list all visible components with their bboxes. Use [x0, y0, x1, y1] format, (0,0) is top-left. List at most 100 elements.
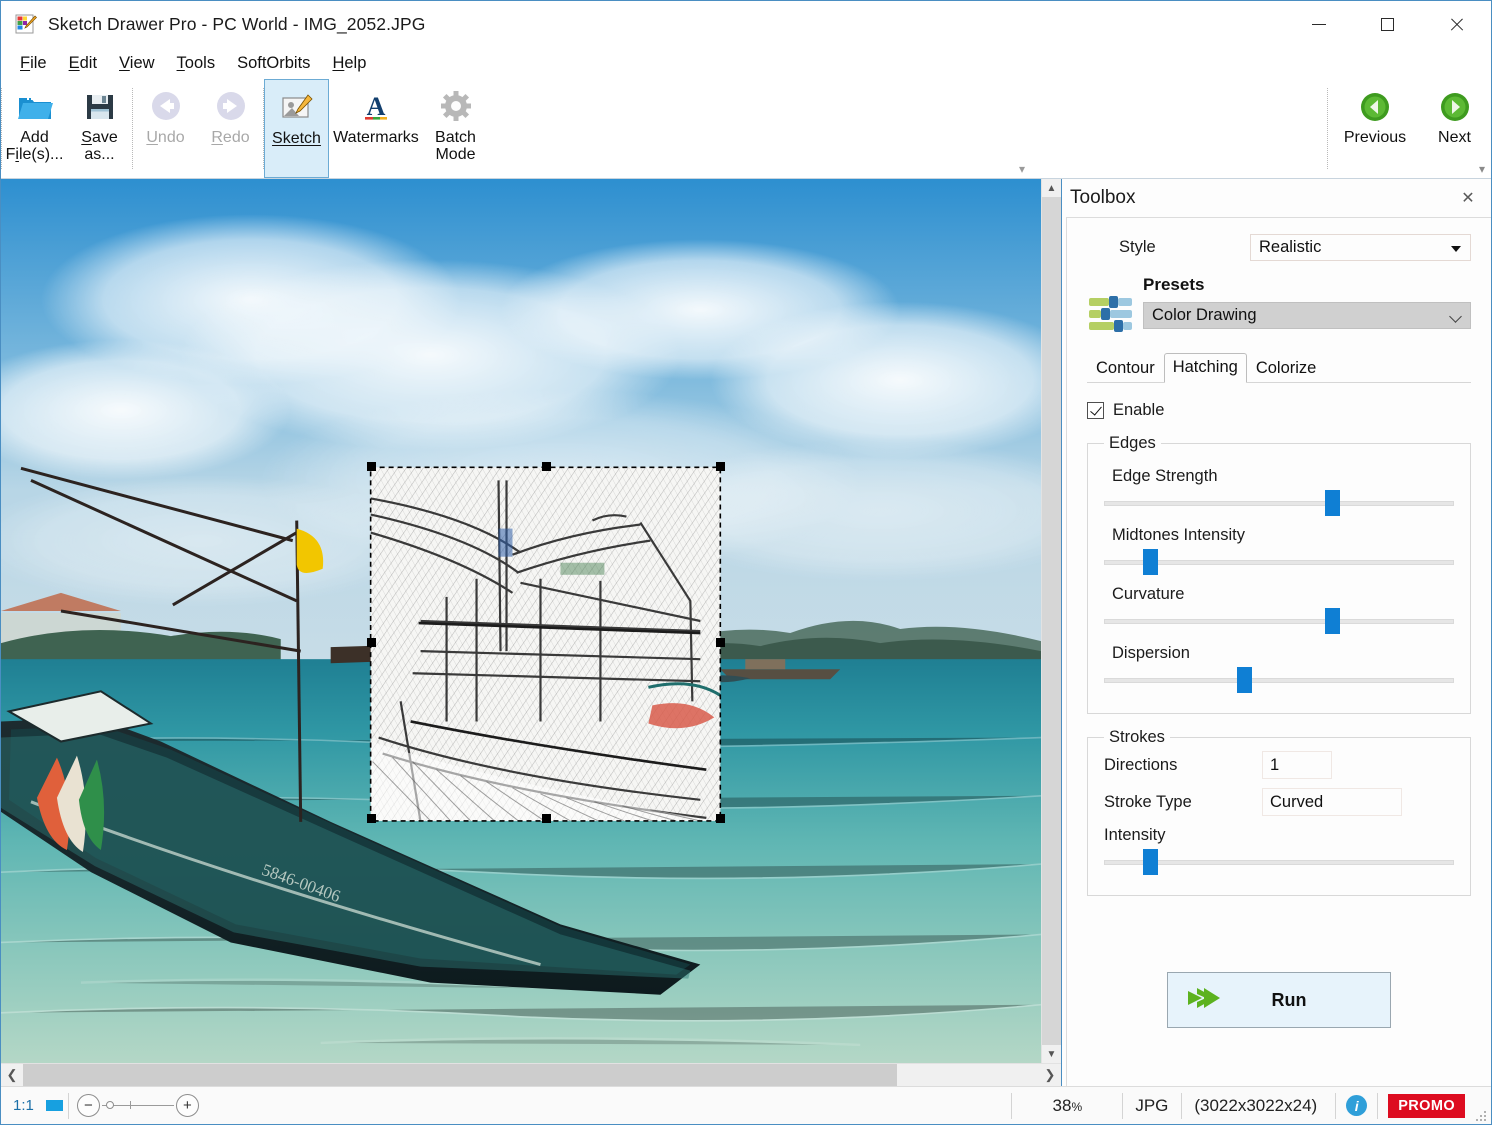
undo-label: Undo [146, 129, 184, 146]
horizontal-scroll-thumb[interactable] [23, 1064, 897, 1086]
edge-strength-slider[interactable] [1104, 490, 1454, 516]
menu-view[interactable]: View [108, 50, 165, 77]
scroll-right-button[interactable]: ❯ [1039, 1064, 1061, 1086]
ribbon-group-file: AddFile(s)... Saveas... [2, 79, 132, 178]
watermarks-button[interactable]: A Watermarks [329, 79, 423, 178]
maximize-button[interactable] [1353, 1, 1422, 47]
scroll-up-button[interactable]: ▲ [1042, 179, 1061, 197]
zoom-out-button[interactable]: − [77, 1094, 100, 1117]
presets-value: Color Drawing [1152, 306, 1257, 325]
slider-thumb[interactable] [1143, 849, 1158, 875]
run-label: Run [1226, 990, 1390, 1011]
sketch-label: Sketch [272, 130, 321, 147]
style-dropdown[interactable]: Realistic [1250, 234, 1471, 261]
slider-thumb[interactable] [1143, 549, 1158, 575]
slider-thumb[interactable] [1325, 490, 1340, 516]
ribbon-expand-tools[interactable]: ▾ [1019, 162, 1025, 176]
image-dimensions: (3022x3022x24) [1182, 1096, 1317, 1116]
effect-tabs: Contour Hatching Colorize [1087, 352, 1471, 383]
minimize-button[interactable] [1284, 1, 1353, 47]
resize-grip[interactable] [1475, 1109, 1487, 1121]
tab-colorize[interactable]: Colorize [1247, 354, 1326, 383]
zoom-percent-suffix: % [1071, 1100, 1082, 1114]
zoom-in-button[interactable]: + [176, 1094, 199, 1117]
menu-help[interactable]: Help [321, 50, 377, 77]
stroke-type-label: Stroke Type [1104, 793, 1262, 812]
enable-row[interactable]: Enable [1087, 401, 1471, 420]
intensity-slider[interactable] [1104, 849, 1454, 875]
zoom-slider-track[interactable] [102, 1105, 174, 1106]
slider-thumb[interactable] [1325, 608, 1340, 634]
next-label: Next [1438, 129, 1471, 146]
ribbon-group-history: Undo Redo [133, 79, 263, 178]
chevron-down-icon [1451, 246, 1461, 252]
close-button[interactable] [1422, 1, 1491, 47]
midtones-intensity-slider[interactable] [1104, 549, 1454, 575]
batch-mode-button[interactable]: BatchMode [423, 79, 488, 178]
slider-thumb[interactable] [1237, 667, 1252, 693]
info-icon[interactable]: i [1346, 1095, 1367, 1116]
svg-text:A: A [367, 92, 386, 121]
dispersion-label: Dispersion [1112, 644, 1454, 663]
ribbon-expand-nav[interactable]: ▾ [1479, 162, 1485, 176]
zoom-slider-thumb[interactable] [106, 1101, 114, 1109]
menu-tools[interactable]: Tools [166, 50, 227, 77]
previous-button[interactable]: Previous [1328, 79, 1422, 178]
zoom-percent-value: 38 [1053, 1096, 1072, 1115]
sketch-picture-pencil-icon [278, 88, 316, 128]
add-files-label: AddFile(s)... [6, 129, 64, 164]
dispersion-slider[interactable] [1104, 667, 1454, 693]
horizontal-scroll-track[interactable] [23, 1064, 1039, 1086]
enable-label: Enable [1113, 401, 1164, 420]
chevron-down-icon [1449, 310, 1462, 323]
stroke-type-dropdown[interactable]: Curved [1262, 788, 1402, 816]
save-as-label: Saveas... [81, 129, 117, 164]
slider-track [1104, 501, 1454, 506]
menu-file[interactable]: File [9, 50, 58, 77]
toolbox-title: Toolbox [1070, 187, 1457, 209]
fit-to-window-icon[interactable] [42, 1097, 68, 1115]
style-value: Realistic [1259, 238, 1321, 257]
run-button[interactable]: Run [1167, 972, 1391, 1028]
directions-dropdown[interactable]: 1 [1262, 751, 1332, 779]
tab-contour[interactable]: Contour [1087, 354, 1164, 383]
sketch-button[interactable]: Sketch [264, 79, 329, 178]
presets-row: Presets Color Drawing [1087, 275, 1471, 342]
info-cell[interactable]: i [1336, 1087, 1377, 1125]
scroll-down-button[interactable]: ▼ [1042, 1045, 1061, 1063]
add-files-button[interactable]: AddFile(s)... [2, 79, 67, 178]
promo-badge[interactable]: PROMO [1388, 1094, 1465, 1118]
toolbox-close-icon[interactable]: ✕ [1457, 187, 1479, 209]
menu-softorbits[interactable]: SoftOrbits [226, 50, 321, 77]
presets-dropdown[interactable]: Color Drawing [1143, 302, 1471, 329]
horizontal-scrollbar[interactable]: ❮ ❯ [1, 1063, 1061, 1086]
batch-mode-label: BatchMode [435, 129, 476, 164]
ribbon-toolbar: AddFile(s)... Saveas... [1, 79, 1491, 179]
slider-track [1104, 619, 1454, 624]
status-bar: 1:1 − + 38% JPG (3022x3022x24) i PROMO [1, 1086, 1491, 1124]
directions-row: Directions 1 [1104, 751, 1454, 779]
main-body: 5846-00406 [1, 179, 1491, 1086]
save-as-button[interactable]: Saveas... [67, 79, 132, 178]
style-row: Style Realistic [1087, 234, 1471, 261]
stroke-type-value: Curved [1270, 793, 1323, 812]
redo-button[interactable]: Redo [198, 79, 263, 178]
curvature-slider[interactable] [1104, 608, 1454, 634]
intensity-label: Intensity [1104, 826, 1454, 845]
zoom-control[interactable]: − + [69, 1094, 199, 1117]
file-format: JPG [1123, 1096, 1181, 1116]
sliders-preset-icon [1087, 275, 1143, 342]
style-label: Style [1087, 238, 1250, 257]
green-left-arrow-icon [1358, 87, 1392, 127]
menu-edit[interactable]: Edit [58, 50, 108, 77]
scroll-left-button[interactable]: ❮ [1, 1064, 23, 1086]
image-viewport[interactable]: 5846-00406 [1, 179, 1041, 1063]
tab-hatching[interactable]: Hatching [1164, 353, 1247, 383]
vertical-scrollbar[interactable]: ▲ ▼ [1041, 179, 1061, 1063]
vertical-scroll-thumb[interactable] [1042, 197, 1061, 1045]
directions-value: 1 [1270, 756, 1279, 775]
next-button[interactable]: Next [1422, 79, 1487, 178]
undo-button[interactable]: Undo [133, 79, 198, 178]
canvas-inner: 5846-00406 [1, 179, 1061, 1063]
enable-checkbox[interactable] [1087, 402, 1104, 419]
